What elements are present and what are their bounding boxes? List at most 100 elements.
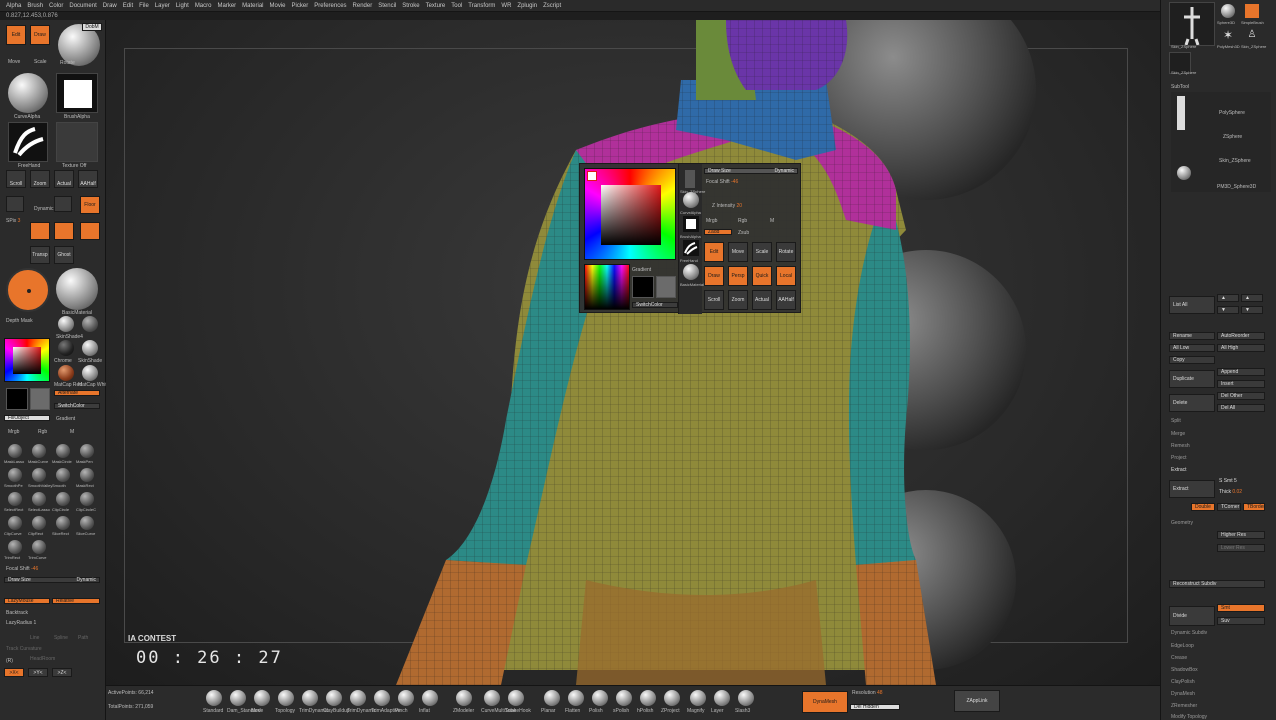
polymesh-star-icon[interactable]: ✶ (1221, 28, 1235, 42)
draw-size-circle[interactable] (6, 268, 50, 312)
brush-selectrect-icon[interactable] (8, 492, 22, 506)
popup-persp-button[interactable]: Persp (728, 266, 748, 286)
project-menu[interactable]: Project (1171, 455, 1187, 461)
texture-thumbnail[interactable] (56, 122, 98, 162)
popup-tool-thumb[interactable] (685, 170, 695, 188)
material-matcap-red-thumb[interactable] (58, 365, 74, 381)
subtool-item-zsphere[interactable]: ZSphere (1223, 134, 1242, 140)
floor-button[interactable]: Floor (80, 196, 100, 214)
reconstruct-subdiv-button[interactable]: Reconstruct Subdiv (1169, 580, 1265, 588)
popup-aahalf-button[interactable]: AAHalf (776, 290, 796, 310)
append-button[interactable]: Append (1217, 368, 1265, 376)
fillobject-button[interactable]: FillObject (4, 415, 50, 421)
rename-button[interactable]: Rename (1169, 332, 1215, 340)
brush-maskcurve-icon[interactable] (32, 444, 46, 458)
bottom-brush-flatten-icon[interactable] (568, 690, 584, 706)
path-label[interactable]: Path (78, 635, 88, 641)
popup-freehand-thumb[interactable] (683, 240, 699, 256)
current-tool-thumb[interactable] (1169, 2, 1215, 46)
dynamesh-menu[interactable]: DynaMesh (1171, 691, 1195, 697)
popup-draw-size-slider[interactable]: Draw Size Dynamic (704, 168, 798, 174)
local-button[interactable] (80, 222, 100, 240)
relative-button[interactable]: Relative (52, 598, 100, 604)
popup-zsub-label[interactable]: Zsub (738, 230, 749, 236)
material-chrome-thumb[interactable] (58, 340, 74, 356)
spline-label[interactable]: Spline (54, 635, 68, 641)
color-picker-ring[interactable] (4, 338, 50, 382)
subtool-thumb-4[interactable] (1177, 166, 1191, 180)
popup-main-swatch[interactable] (632, 276, 654, 298)
zoom-button[interactable]: Zoom (30, 170, 50, 188)
switchcolor-button[interactable]: SwitchColor (54, 403, 100, 409)
material-toyplastic-thumb[interactable] (82, 316, 98, 332)
modify-topology-menu[interactable]: Modify Topology (1171, 714, 1207, 720)
menu-stencil[interactable]: Stencil (378, 3, 396, 9)
popup-move-button[interactable]: Move (728, 242, 748, 262)
arrow-down2-button[interactable]: ▼ (1241, 306, 1263, 314)
popup-switchcolor-button[interactable]: SwitchColor (632, 302, 678, 308)
popup-quick-button[interactable]: Quick (752, 266, 772, 286)
bottom-brush-dam_standard-icon[interactable] (230, 690, 246, 706)
brush-maskrect-icon[interactable] (80, 468, 94, 482)
popup-zadd-button[interactable]: Zadd (704, 229, 732, 235)
bottom-brush-trimdynamic-icon[interactable] (350, 690, 366, 706)
autoreorder-button[interactable]: AutoReorder (1217, 332, 1265, 340)
arrow-up2-button[interactable]: ▲ (1241, 294, 1263, 302)
bottom-brush-trimadaptive-icon[interactable] (374, 690, 390, 706)
menu-layer[interactable]: Layer (155, 3, 170, 9)
all-low-button[interactable]: All Low (1169, 344, 1215, 352)
menu-stroke[interactable]: Stroke (402, 3, 419, 9)
subtool-item-polysphere[interactable]: PolySphere (1219, 110, 1245, 116)
ghost-button[interactable]: Ghost (54, 246, 74, 264)
edit-button[interactable]: Edit (6, 25, 26, 45)
headroom-label[interactable]: HeadRoom (30, 656, 55, 662)
delete-button[interactable]: Delete (1169, 394, 1215, 412)
main-color-swatch[interactable] (6, 388, 28, 410)
menu-alpha[interactable]: Alpha (6, 3, 21, 9)
shadowbox-menu[interactable]: ShadowBox (1171, 667, 1198, 673)
subtool-item-pm3d[interactable]: PM3D_Sphere3D (1217, 184, 1256, 190)
scroll-button[interactable]: Scroll (6, 170, 26, 188)
floor-grid-button[interactable] (30, 222, 50, 240)
brush-clipcirclec-icon[interactable] (80, 492, 94, 506)
arrow-down-button[interactable]: ▼ (1217, 306, 1239, 314)
remesh-menu[interactable]: Remesh (1171, 443, 1190, 449)
popup-curvealpha-thumb[interactable] (683, 192, 699, 208)
z-sym-button[interactable]: >Z< (52, 668, 72, 677)
menu-zscript[interactable]: Zscript (543, 3, 561, 9)
popup-hue-strip[interactable] (584, 264, 630, 310)
extract-button[interactable]: Extract (1169, 480, 1215, 498)
bottom-brush-curvemultitube-icon[interactable] (484, 690, 500, 706)
curve-alpha-thumbnail[interactable] (8, 73, 48, 113)
del-all-button[interactable]: Del All (1217, 404, 1265, 412)
bottom-brush-planar-icon[interactable] (544, 690, 560, 706)
menu-macro[interactable]: Macro (195, 3, 212, 9)
brush-cliprect-icon[interactable] (32, 516, 46, 530)
bottom-brush-zmodeler-icon[interactable] (456, 690, 472, 706)
menu-edit[interactable]: Edit (123, 3, 133, 9)
line-label[interactable]: Line (30, 635, 39, 641)
brush-selectlasso-icon[interactable] (32, 492, 46, 506)
menu-light[interactable]: Light (176, 3, 189, 9)
brush-alpha-thumbnail[interactable] (56, 73, 98, 113)
tborder-button[interactable]: TBorder (1243, 503, 1265, 511)
menu-material[interactable]: Material (242, 3, 263, 9)
crease-menu[interactable]: Crease (1171, 655, 1187, 661)
bottom-brush-standard-icon[interactable] (206, 690, 222, 706)
menu-preferences[interactable]: Preferences (314, 3, 346, 9)
bottom-brush-inflat-icon[interactable] (422, 690, 438, 706)
material-skinshade-thumb[interactable] (58, 316, 74, 332)
bottom-brush-magnify-icon[interactable] (690, 690, 706, 706)
duplicate-button[interactable]: Duplicate (1169, 370, 1215, 388)
bottom-brush-polish-icon[interactable] (592, 690, 608, 706)
transp-button[interactable]: Transp (30, 246, 50, 264)
actual-button[interactable]: Actual (54, 170, 74, 188)
menu-render[interactable]: Render (353, 3, 373, 9)
popup-scroll-button[interactable]: Scroll (704, 290, 724, 310)
material-sphere-thumbnail[interactable] (56, 268, 98, 310)
lower-res-button[interactable]: Lower Res (1217, 544, 1265, 552)
menu-wr[interactable]: WR (501, 3, 511, 9)
menu-color[interactable]: Color (49, 3, 63, 9)
menu-tool[interactable]: Tool (451, 3, 462, 9)
dynamesh-button[interactable]: DynaMesh (802, 691, 848, 713)
